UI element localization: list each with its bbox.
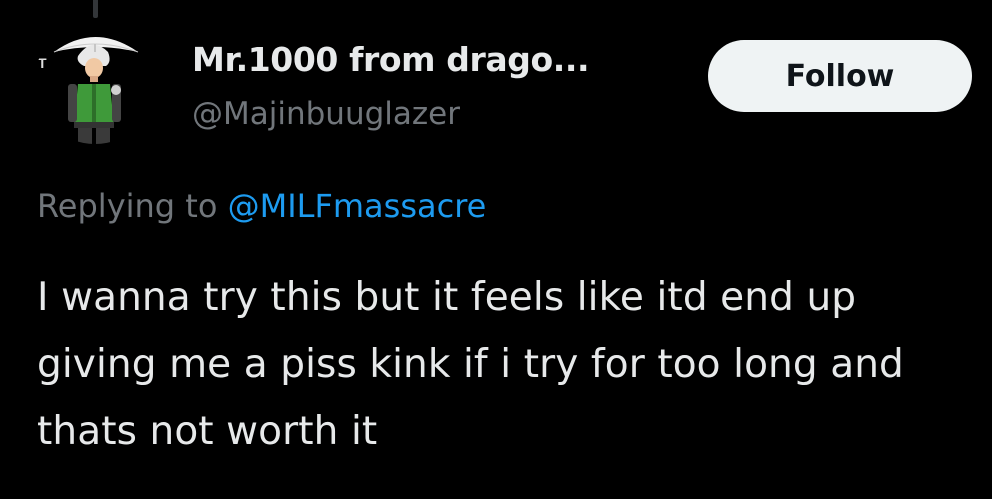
replying-to-line: Replying to @MILFmassacre <box>37 183 486 229</box>
thread-connector-line <box>93 0 98 18</box>
avatar[interactable]: T <box>34 22 156 144</box>
replying-prefix: Replying to <box>37 187 218 225</box>
svg-text:T: T <box>38 55 47 71</box>
follow-button[interactable]: Follow <box>708 40 972 112</box>
anime-character-avatar-icon: T <box>34 22 156 144</box>
tweet-text: I wanna try this but it feels like itd e… <box>37 275 904 454</box>
author-display-name[interactable]: Mr.1000 from drago... <box>192 38 590 82</box>
author-handle[interactable]: @Majinbuuglazer <box>192 92 460 136</box>
replying-to-mention-link[interactable]: @MILFmassacre <box>228 187 487 225</box>
